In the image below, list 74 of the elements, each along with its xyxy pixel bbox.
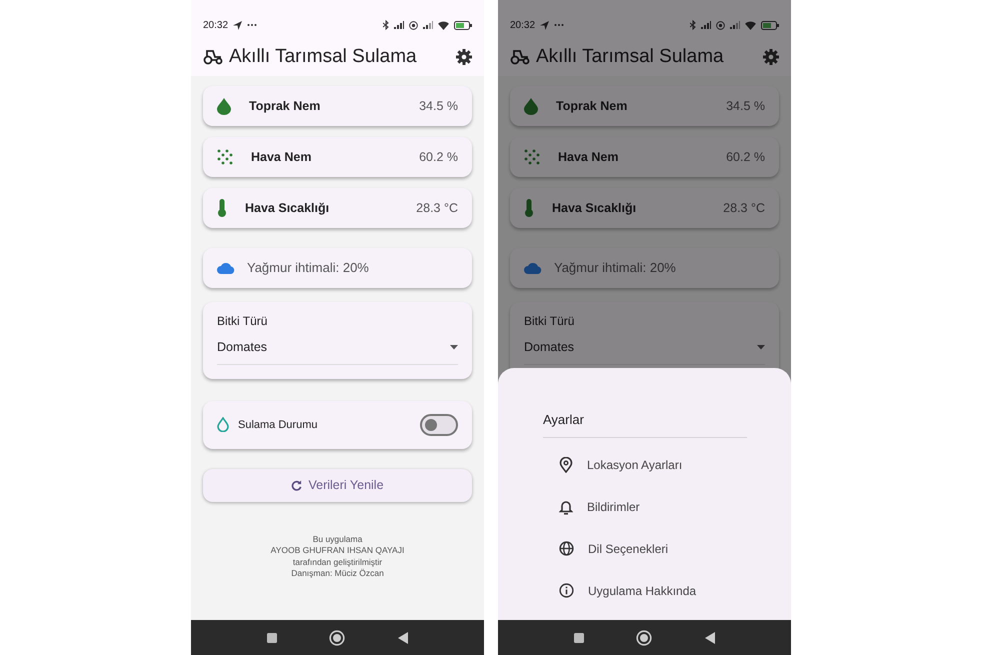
plant-dropdown[interactable]: Domates: [217, 330, 458, 365]
settings-item[interactable]: Dil Seçenekleri: [543, 528, 747, 570]
footer-line: tarafından geliştirilmiştir: [292, 556, 382, 568]
drop-outline-icon: [217, 417, 229, 432]
drop-icon: [217, 98, 231, 114]
back-button[interactable]: [704, 632, 715, 644]
app-title: Akıllı Tarımsal Sulama: [536, 44, 725, 69]
sensor-value: 60.2 %: [419, 148, 458, 166]
rain-text: Yağmur ihtimali: 20%: [247, 259, 369, 278]
send-icon: [540, 20, 550, 30]
cloud-icon: [217, 262, 235, 274]
wifi-icon: [438, 20, 449, 30]
thermometer-icon: [524, 199, 534, 217]
dots-icon: [524, 149, 540, 165]
footer-line: Bu uygulama: [312, 534, 362, 546]
recents-button[interactable]: [267, 632, 278, 642]
signal-icon: [701, 21, 711, 29]
footer-line: AYOOB GHUFRAN IHSAN QAYAJI: [270, 545, 404, 557]
thermometer-icon: [217, 199, 227, 217]
info-icon[interactable]: [559, 583, 574, 598]
sensor-label: Hava Nem: [558, 148, 620, 166]
caret-icon: [757, 344, 765, 350]
signal-icon: [394, 21, 404, 29]
sensor-value: 28.3 °C: [723, 200, 765, 217]
tractor-icon: [510, 49, 530, 65]
bell-icon[interactable]: [559, 498, 573, 514]
rain-text: Yağmur ihtimali: 20%: [554, 259, 676, 278]
more-icon: [554, 23, 564, 27]
settings-item[interactable]: Bildirimler: [543, 486, 747, 528]
globe-icon[interactable]: [559, 541, 574, 556]
sensor-value: 28.3 °C: [416, 200, 458, 217]
battery-icon: [454, 20, 472, 30]
sensor-label: Hava Nem: [251, 148, 312, 166]
footer-line: Danışman: Müciz Özcan: [291, 568, 384, 580]
sensor-value: 34.5 %: [726, 98, 765, 115]
settings-icon[interactable]: [763, 49, 779, 65]
sensor-value: 60.2 %: [726, 148, 765, 166]
plant-dropdown[interactable]: Domates: [524, 330, 765, 365]
cloud-icon: [524, 262, 542, 274]
settings-icon[interactable]: [456, 49, 472, 65]
irrigation-toggle[interactable]: [420, 414, 458, 436]
dots-icon: [217, 149, 233, 165]
plant-label: Bitki Türü: [217, 313, 268, 330]
location-pin-icon[interactable]: [559, 456, 573, 472]
drop-icon: [524, 98, 538, 114]
settings-item[interactable]: Lokasyon Ayarları: [543, 444, 747, 486]
refresh-button[interactable]: Verileri Yenile: [203, 468, 472, 502]
wifi-icon: [745, 20, 756, 30]
refresh-icon: [291, 480, 302, 491]
bluetooth-icon: [383, 20, 389, 30]
home-button[interactable]: [636, 630, 652, 646]
status-time: 20:32: [203, 18, 228, 32]
battery-icon: [761, 20, 779, 30]
sensor-label: Hava Sıcaklığı: [245, 200, 330, 217]
back-button[interactable]: [398, 632, 408, 644]
sheet-title: Ayarlar: [543, 410, 747, 438]
signal-icon: [423, 21, 433, 29]
status-time: 20:32: [510, 18, 536, 32]
sensor-label: Toprak Nem: [249, 98, 322, 115]
sensor-label: Toprak Nem: [556, 98, 628, 115]
recents-button[interactable]: [574, 632, 584, 642]
signal-icon: [730, 21, 740, 29]
home-button[interactable]: [329, 630, 346, 646]
irrigation-label: Sulama Durumu: [238, 418, 318, 432]
bluetooth-icon: [690, 20, 696, 30]
sensor-label: Hava Sıcaklığı: [552, 200, 638, 217]
app-title: Akıllı Tarımsal Sulama: [229, 44, 418, 69]
caret-icon: [450, 344, 458, 350]
send-icon: [233, 20, 242, 30]
more-icon: [247, 23, 258, 27]
settings-item[interactable]: Uygulama Hakkında: [543, 570, 747, 612]
sensor-value: 34.5 %: [419, 98, 458, 115]
tractor-icon: [203, 49, 223, 65]
plant-label: Bitki Türü: [524, 313, 576, 330]
